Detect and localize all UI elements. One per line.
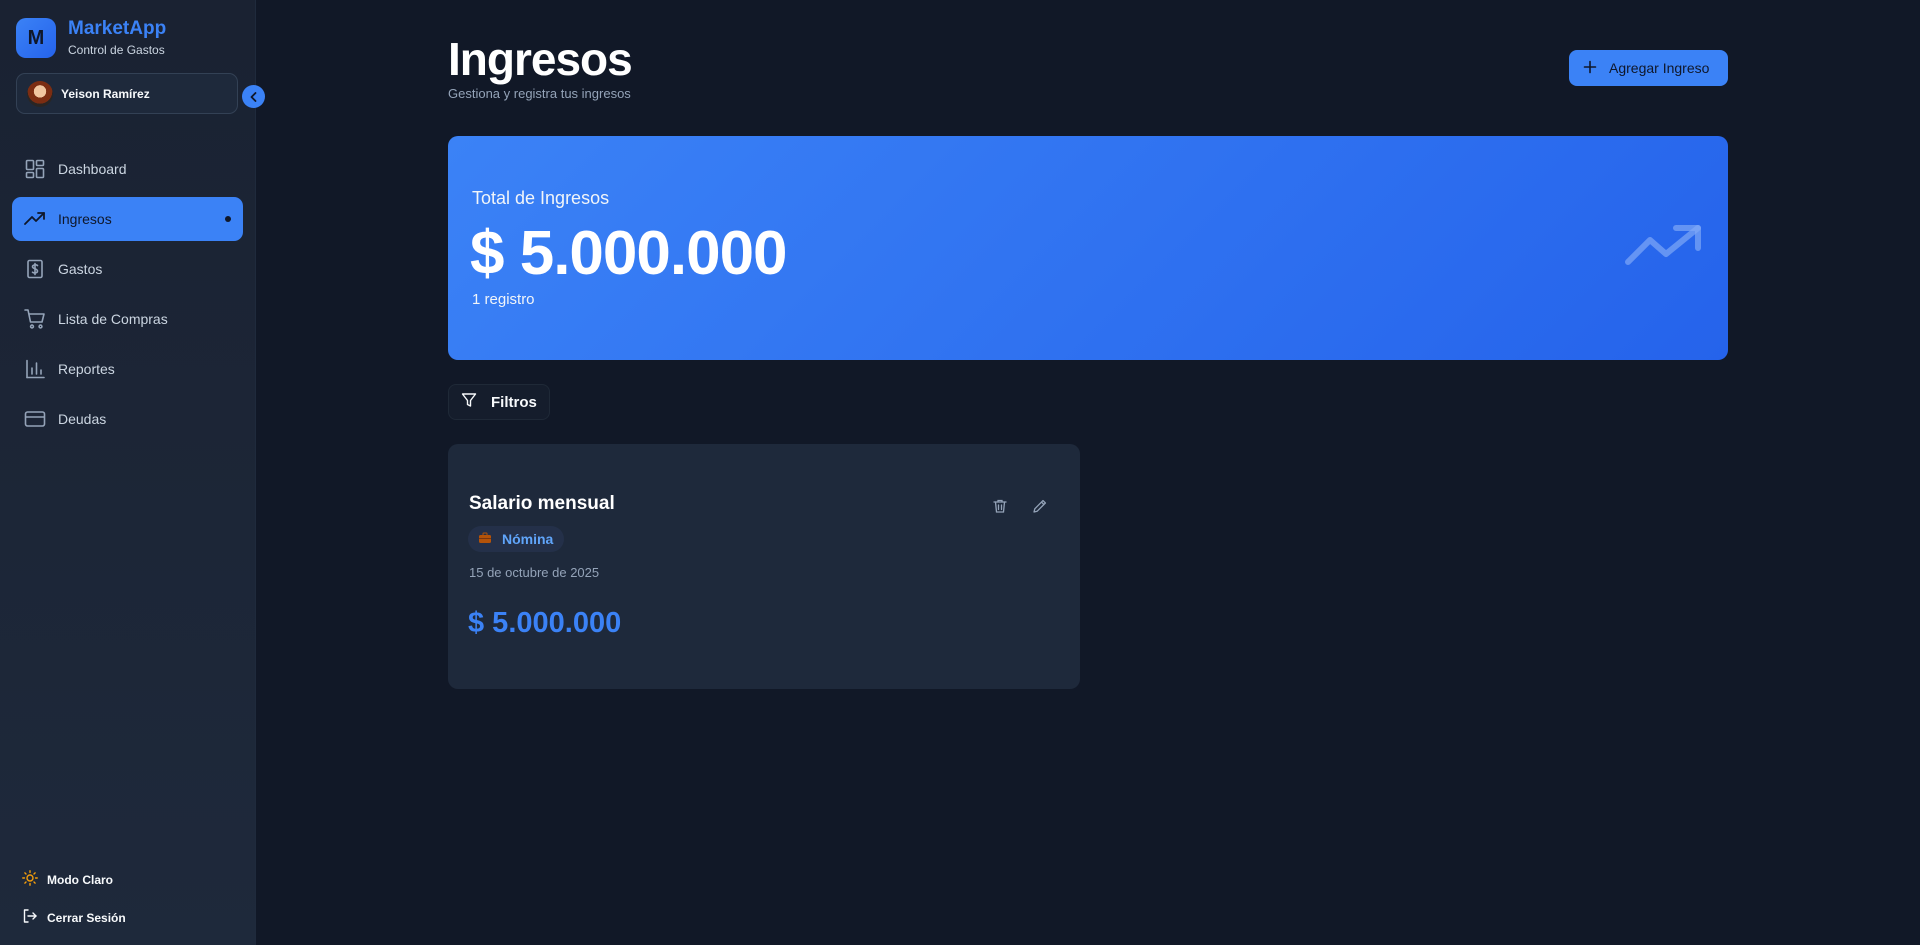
total-income-card: Total de Ingresos $ 5.000.000 1 registro — [448, 136, 1728, 360]
logout-button[interactable]: Cerrar Sesión — [22, 908, 126, 927]
sidebar-item-ingresos[interactable]: Ingresos — [12, 197, 243, 241]
page-subtitle: Gestiona y registra tus ingresos — [448, 86, 631, 101]
user-name: Yeison Ramírez — [61, 86, 150, 101]
filters-label: Filtros — [491, 393, 537, 411]
income-date: 15 de octubre de 2025 — [469, 565, 600, 580]
brand-name: MarketApp — [68, 18, 167, 39]
brand-logo: M — [16, 18, 56, 58]
sidebar-item-gastos[interactable]: Gastos — [12, 247, 243, 291]
sidebar-item-reportes[interactable]: Reportes — [12, 347, 243, 391]
cart-icon — [24, 308, 46, 330]
income-card: Salario mensual Nómina 15 de octubre de … — [448, 444, 1080, 689]
sidebar-item-label: Deudas — [58, 411, 107, 427]
delete-button[interactable] — [988, 494, 1012, 518]
theme-toggle[interactable]: Modo Claro — [22, 870, 113, 889]
add-income-button[interactable]: Agregar Ingreso — [1569, 50, 1728, 86]
sun-icon — [22, 870, 38, 889]
dollar-file-icon — [24, 258, 46, 280]
sidebar-item-label: Ingresos — [58, 211, 112, 227]
collapse-sidebar-button[interactable] — [242, 85, 265, 108]
credit-card-icon — [24, 408, 46, 430]
income-amount: $ 5.000.000 — [468, 607, 622, 639]
active-indicator — [225, 216, 231, 222]
brand-text: MarketApp Control de Gastos — [68, 18, 166, 58]
user-card[interactable]: Yeison Ramírez — [16, 73, 238, 114]
edit-button[interactable] — [1028, 494, 1052, 518]
sidebar-item-label: Gastos — [58, 261, 103, 277]
dashboard-icon — [24, 158, 46, 180]
record-count: 1 registro — [472, 291, 535, 308]
sidebar-item-label: Dashboard — [58, 161, 127, 177]
category-label: Nómina — [502, 531, 554, 547]
sidebar: M MarketApp Control de Gastos Yeison Ram… — [0, 0, 256, 945]
total-income-label: Total de Ingresos — [472, 188, 610, 208]
sidebar-item-dashboard[interactable]: Dashboard — [12, 147, 243, 191]
bar-chart-icon — [24, 358, 46, 380]
total-income-value: $ 5.000.000 — [470, 219, 788, 288]
trending-up-icon — [24, 208, 46, 230]
avatar — [27, 80, 53, 107]
trending-up-icon — [1625, 225, 1701, 265]
sidebar-item-label: Reportes — [58, 361, 115, 377]
logout-label: Cerrar Sesión — [47, 910, 126, 925]
trash-icon — [993, 499, 1007, 513]
logout-icon — [22, 908, 38, 927]
sidebar-item-label: Lista de Compras — [58, 311, 168, 327]
pencil-icon — [1033, 499, 1047, 513]
chevron-left-icon — [250, 91, 256, 102]
filter-icon — [461, 392, 477, 412]
page-title: Ingresos — [448, 33, 633, 85]
sidebar-item-deudas[interactable]: Deudas — [12, 397, 243, 441]
brand-subtitle: Control de Gastos — [68, 43, 165, 57]
sidebar-nav: Dashboard Ingresos Gastos Lista de Compr… — [12, 147, 243, 447]
income-title: Salario mensual — [469, 493, 615, 514]
category-badge: Nómina — [468, 526, 564, 552]
plus-icon — [1583, 60, 1597, 77]
sidebar-item-lista-de-compras[interactable]: Lista de Compras — [12, 297, 243, 341]
briefcase-icon — [478, 532, 492, 547]
brand: M MarketApp Control de Gastos — [16, 18, 166, 58]
add-income-label: Agregar Ingreso — [1609, 60, 1710, 76]
theme-toggle-label: Modo Claro — [47, 872, 113, 887]
filters-button[interactable]: Filtros — [448, 384, 550, 420]
